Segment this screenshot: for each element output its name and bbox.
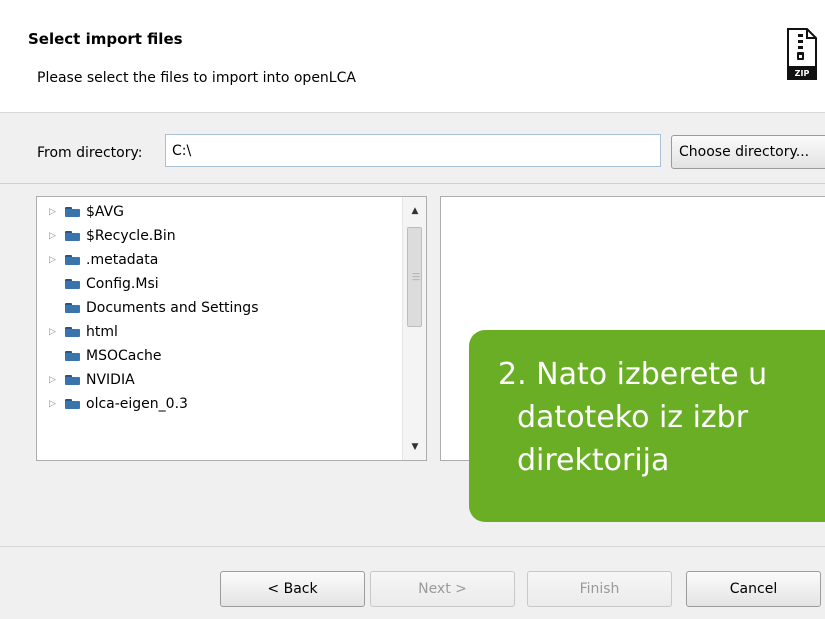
folder-icon	[65, 231, 80, 241]
callout-line: direktorija	[517, 443, 670, 478]
wizard-header: Select import files Please select the fi…	[0, 0, 825, 113]
page-subtitle: Please select the files to import into o…	[37, 70, 356, 86]
grip-icon: — — —	[412, 269, 420, 284]
back-button[interactable]: < Back	[220, 571, 365, 607]
choose-directory-button[interactable]: Choose directory...	[671, 135, 825, 169]
expand-arrow-icon[interactable]: ▷	[49, 368, 56, 392]
divider	[0, 546, 825, 547]
callout-line: 2. Nato izberete u	[498, 357, 768, 392]
folder-icon	[65, 399, 80, 409]
folder-icon	[65, 303, 80, 313]
folder-icon	[65, 207, 80, 217]
expand-arrow-icon[interactable]: ▷	[49, 248, 56, 272]
directory-tree[interactable]: ▷ $AVG ▷ $Recycle.Bin ▷ .metadata Config…	[36, 196, 427, 461]
zip-icon-label: ZIP	[795, 69, 810, 78]
expand-arrow-icon[interactable]: ▷	[49, 224, 56, 248]
scroll-down-arrow-icon[interactable]: ▼	[403, 437, 426, 457]
expand-arrow-icon[interactable]: ▷	[49, 200, 56, 224]
cancel-button[interactable]: Cancel	[686, 571, 821, 607]
instruction-callout: 2. Nato izberete u datoteko iz izbr dire…	[469, 330, 825, 522]
tree-item-label: $Recycle.Bin	[86, 228, 176, 244]
directory-input[interactable]	[165, 134, 661, 167]
scrollbar-thumb[interactable]: — — —	[407, 227, 422, 327]
page-title: Select import files	[28, 30, 183, 48]
tree-item-label: NVIDIA	[86, 372, 135, 388]
scroll-up-arrow-icon[interactable]: ▲	[403, 201, 426, 221]
divider	[0, 183, 825, 184]
finish-button[interactable]: Finish	[527, 571, 672, 607]
folder-icon	[65, 375, 80, 385]
folder-icon	[65, 351, 80, 361]
tree-item-label: Config.Msi	[86, 276, 159, 292]
vertical-scrollbar[interactable]: ▲ — — — ▼	[402, 197, 426, 460]
expand-arrow-icon[interactable]: ▷	[49, 320, 56, 344]
tree-item-label: olca-eigen_0.3	[86, 396, 188, 412]
folder-icon	[65, 255, 80, 265]
tree-item-label: html	[86, 324, 118, 340]
folder-icon	[65, 279, 80, 289]
from-directory-label: From directory:	[37, 145, 143, 161]
tree-item-label: Documents and Settings	[86, 300, 259, 316]
expand-arrow-icon[interactable]: ▷	[49, 392, 56, 416]
tree-item-label: .metadata	[86, 252, 159, 268]
zip-file-icon: ZIP	[787, 28, 817, 80]
tree-item-label: $AVG	[86, 204, 125, 220]
tree-item-label: MSOCache	[86, 348, 162, 364]
next-button[interactable]: Next >	[370, 571, 515, 607]
folder-icon	[65, 327, 80, 337]
callout-line: datoteko iz izbr	[517, 400, 749, 435]
